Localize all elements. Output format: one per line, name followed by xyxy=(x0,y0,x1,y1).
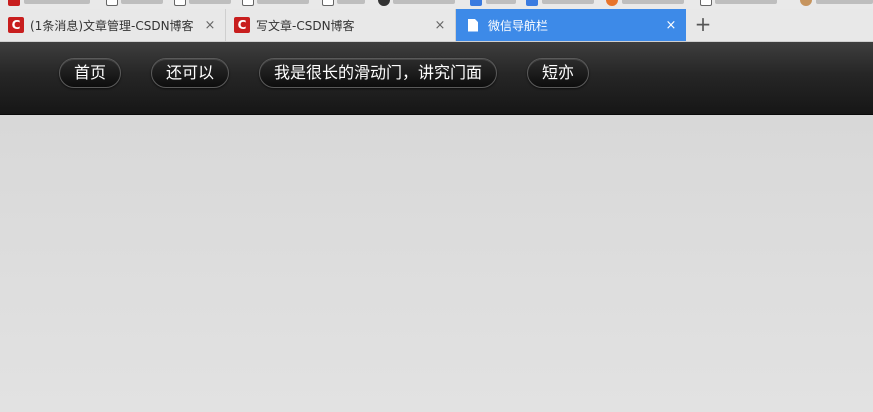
bookmark-label[interactable] xyxy=(337,0,365,4)
tab-title: 写文章-CSDN博客 xyxy=(256,18,355,33)
csdn-bookmark-icon[interactable] xyxy=(8,0,20,6)
csdn-favicon-icon: C xyxy=(8,17,24,33)
nav-item-short[interactable]: 短亦 xyxy=(527,58,589,88)
close-icon[interactable]: × xyxy=(664,18,678,33)
close-icon[interactable]: × xyxy=(433,18,447,33)
bookmark-label[interactable] xyxy=(189,0,231,4)
baidu-bookmark-icon[interactable] xyxy=(470,0,482,6)
bookmark-label[interactable] xyxy=(24,0,90,4)
bookmark-label[interactable] xyxy=(257,0,309,4)
csdn-favicon-icon: C xyxy=(234,17,250,33)
document-icon xyxy=(468,18,478,32)
nav-item-home[interactable]: 首页 xyxy=(59,58,121,88)
bookmark-label[interactable] xyxy=(486,0,516,4)
bookmarks-bar xyxy=(0,0,873,9)
bookmark-label[interactable] xyxy=(393,0,455,4)
bookmark-page-icon[interactable] xyxy=(700,0,712,6)
bookmark-label[interactable] xyxy=(715,0,777,4)
baidu-bookmark-icon[interactable] xyxy=(526,0,538,6)
new-tab-button[interactable]: + xyxy=(692,9,714,41)
bookmark-page-icon[interactable] xyxy=(106,0,118,6)
bookmark-site-icon[interactable] xyxy=(606,0,618,6)
close-icon[interactable]: × xyxy=(203,18,217,33)
tab-title: (1条消息)文章管理-CSDN博客 xyxy=(30,18,194,33)
bookmark-label[interactable] xyxy=(622,0,684,4)
nav-item-long-sliding-door[interactable]: 我是很长的滑动门，讲究门面 xyxy=(259,58,497,88)
page-content-area xyxy=(0,115,873,412)
bookmark-label[interactable] xyxy=(121,0,163,4)
tab-strip: C (1条消息)文章管理-CSDN博客 × C 写文章-CSDN博客 × 微信导… xyxy=(0,9,873,42)
bookmark-page-icon[interactable] xyxy=(322,0,334,6)
wechat-navbar: 首页 还可以 我是很长的滑动门，讲究门面 短亦 xyxy=(0,42,873,115)
bookmark-page-icon[interactable] xyxy=(174,0,186,6)
tab-title: 微信导航栏 xyxy=(488,18,549,33)
nav-item-okay[interactable]: 还可以 xyxy=(151,58,229,88)
bookmark-label[interactable] xyxy=(816,0,873,4)
tab-csdn-write-article[interactable]: C 写文章-CSDN博客 × xyxy=(226,9,456,41)
tab-wechat-navbar[interactable]: 微信导航栏 × xyxy=(456,9,686,41)
bookmark-avatar-icon[interactable] xyxy=(800,0,812,6)
tab-csdn-article-management[interactable]: C (1条消息)文章管理-CSDN博客 × xyxy=(0,9,226,41)
github-bookmark-icon[interactable] xyxy=(378,0,390,6)
bookmark-label[interactable] xyxy=(542,0,594,4)
bookmark-page-icon[interactable] xyxy=(242,0,254,6)
